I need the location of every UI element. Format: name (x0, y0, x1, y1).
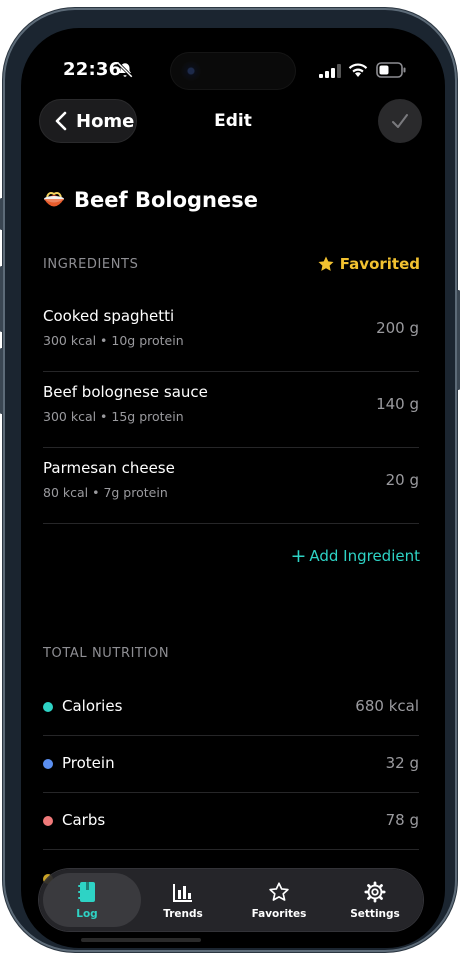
volume-up-button (0, 266, 3, 332)
ingredients-section-label: INGREDIENTS (43, 257, 139, 272)
tab-label: Favorites (251, 907, 307, 920)
star-icon (269, 881, 289, 901)
add-ingredient-button[interactable]: + Add Ingredient (290, 545, 420, 567)
nutrition-value: 32 g (385, 754, 419, 772)
favorited-label: Favorited (339, 255, 420, 273)
ingredient-row[interactable]: Cooked spaghetti 300 kcal • 10g protein … (43, 295, 419, 372)
ingredient-name: Beef bolognese sauce (43, 383, 208, 401)
battery-icon (376, 62, 406, 78)
screen: 22:36 Home Edit Beef Bolognese INGREDIEN… (21, 28, 445, 948)
nutrition-value: 680 kcal (355, 697, 419, 715)
ingredient-row[interactable]: Beef bolognese sauce 300 kcal • 15g prot… (43, 371, 419, 448)
tab-bar: Log Trends Favorites Settings (39, 869, 423, 931)
tab-favorites[interactable]: Favorites (231, 869, 327, 931)
status-time: 22:36 (63, 59, 122, 80)
tab-label: Trends (163, 907, 203, 920)
tab-log[interactable]: Log (39, 869, 141, 931)
ingredient-weight: 200 g (376, 319, 419, 337)
nutrition-label: Protein (62, 754, 115, 772)
bar-chart-icon (173, 883, 192, 902)
volume-down-button (0, 348, 3, 414)
ingredient-weight: 140 g (376, 395, 419, 413)
ingredient-macros: 300 kcal • 15g protein (43, 409, 184, 424)
confirm-button[interactable] (378, 99, 422, 143)
nutrition-label: Calories (62, 697, 123, 715)
plus-icon: + (290, 545, 307, 567)
wifi-icon (348, 63, 368, 77)
star-filled-icon (318, 256, 334, 271)
silent-bell-icon (117, 62, 133, 78)
calories-dot (43, 702, 53, 712)
tab-label: Settings (350, 907, 400, 920)
ingredient-macros: 300 kcal • 10g protein (43, 333, 184, 348)
spaghetti-bowl-icon (44, 192, 64, 207)
ingredient-row[interactable]: Parmesan cheese 80 kcal • 7g protein 20 … (43, 447, 419, 524)
ingredient-weight: 20 g (385, 471, 419, 489)
ingredient-name: Parmesan cheese (43, 459, 175, 477)
status-bar: 22:36 (21, 28, 445, 89)
scrolled-content-peek (81, 938, 201, 942)
nutrition-row-protein: Protein 32 g (43, 735, 419, 793)
gear-icon (364, 880, 386, 903)
log-book-icon (78, 881, 95, 902)
protein-dot (43, 759, 53, 769)
carbs-dot (43, 816, 53, 826)
nutrition-label: Carbs (62, 811, 106, 829)
checkmark-icon (392, 114, 408, 128)
action-button (0, 198, 3, 230)
recipe-title-text: Beef Bolognese (74, 188, 258, 212)
tab-settings[interactable]: Settings (327, 869, 423, 931)
camera-icon (181, 61, 201, 81)
nutrition-section-label: TOTAL NUTRITION (43, 646, 170, 661)
nutrition-row-calories: Calories 680 kcal (43, 678, 419, 736)
tab-label: Log (76, 907, 98, 920)
recipe-title[interactable]: Beef Bolognese (42, 188, 258, 212)
nutrition-value: 78 g (385, 811, 419, 829)
nutrition-row-carbs: Carbs 78 g (43, 792, 419, 850)
add-ingredient-label: Add Ingredient (309, 547, 420, 565)
phone-frame: 22:36 Home Edit Beef Bolognese INGREDIEN… (0, 8, 460, 952)
ingredient-macros: 80 kcal • 7g protein (43, 485, 168, 500)
cellular-signal-icon (319, 64, 341, 78)
ingredient-name: Cooked spaghetti (43, 307, 175, 325)
tab-trends[interactable]: Trends (135, 869, 231, 931)
favorited-toggle[interactable]: Favorited (317, 255, 420, 273)
